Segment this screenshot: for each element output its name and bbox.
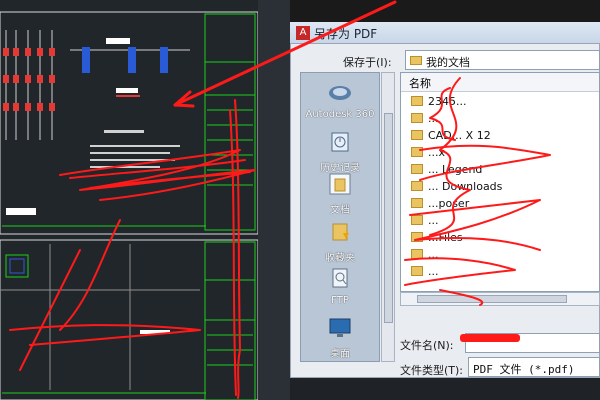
place-label: 收藏夹: [325, 253, 355, 264]
cad-side-strip: [258, 0, 290, 400]
folder-icon: [411, 164, 423, 174]
places-bar: Autodesk 360 历史记录 文档 收藏夹 FTP 桌面: [300, 72, 380, 362]
file-list: 名称 2345... ... CAD... X 12 ...x ... Lege…: [400, 72, 600, 292]
cad-drawing-area[interactable]: [0, 0, 290, 400]
save-in-value: 我的文档: [426, 56, 470, 69]
folder-icon: [411, 96, 423, 106]
list-item[interactable]: ...x: [411, 146, 445, 163]
place-autodesk-360[interactable]: Autodesk 360: [301, 81, 379, 120]
places-scrollbar[interactable]: [381, 72, 395, 362]
filename-input[interactable]: [465, 333, 600, 353]
filetype-dropdown[interactable]: PDF 文件 (*.pdf): [468, 357, 600, 377]
folder-icon: [411, 147, 423, 157]
list-item[interactable]: 2345...: [411, 95, 466, 112]
place-label: 文档: [330, 205, 350, 216]
ftp-icon: [332, 268, 348, 288]
folder-icon: [410, 56, 422, 65]
folder-icon: [411, 198, 423, 208]
cad-drawing: [0, 11, 259, 400]
list-item[interactable]: ...Files: [411, 231, 463, 248]
list-item[interactable]: ...: [411, 214, 439, 231]
folder-icon: [411, 249, 423, 259]
dialog-title: 另存为 PDF: [314, 27, 378, 41]
place-ftp[interactable]: FTP: [301, 267, 379, 306]
list-item[interactable]: ...: [411, 248, 439, 265]
dialog-titlebar[interactable]: A 另存为 PDF: [290, 22, 600, 44]
list-item[interactable]: ... Downloads: [411, 180, 502, 197]
place-history[interactable]: 历史记录: [301, 131, 379, 174]
list-item[interactable]: ...: [411, 112, 439, 129]
filetype-label: 文件类型(T):: [400, 364, 464, 377]
favorites-icon: [332, 223, 349, 241]
save-in-dropdown[interactable]: 我的文档: [405, 50, 600, 70]
list-item[interactable]: ...: [411, 265, 439, 282]
folder-icon: [411, 215, 423, 225]
place-label: Autodesk 360: [305, 109, 375, 120]
autocad-app-icon: A: [296, 26, 310, 40]
documents-icon: [329, 173, 351, 195]
place-label: FTP: [331, 295, 349, 306]
folder-icon: [411, 113, 423, 123]
place-documents[interactable]: 文档: [301, 173, 379, 216]
place-label: 历史记录: [320, 163, 360, 174]
history-icon: [331, 132, 349, 152]
scroll-thumb[interactable]: [384, 113, 393, 323]
file-list-hscrollbar[interactable]: [400, 292, 600, 306]
scroll-thumb[interactable]: [417, 295, 567, 303]
list-item[interactable]: CAD... X 12: [411, 129, 491, 146]
filetype-value: PDF 文件 (*.pdf): [473, 363, 575, 376]
cloud-icon: [329, 86, 351, 100]
filename-label: 文件名(N):: [400, 339, 454, 352]
column-header-name[interactable]: 名称: [401, 73, 599, 92]
folder-icon: [411, 130, 423, 140]
place-favorites[interactable]: 收藏夹: [301, 221, 379, 264]
folder-icon: [411, 266, 423, 276]
status-strip: [290, 378, 600, 400]
list-item[interactable]: ... Legend: [411, 163, 482, 180]
save-in-label: 保存于(I):: [343, 56, 392, 69]
place-label: 桌面: [330, 349, 350, 360]
desktop-icon: [329, 318, 351, 337]
folder-icon: [411, 181, 423, 191]
folder-icon: [411, 232, 423, 242]
list-item[interactable]: ...poser: [411, 197, 469, 214]
place-desktop[interactable]: 桌面: [301, 317, 379, 360]
